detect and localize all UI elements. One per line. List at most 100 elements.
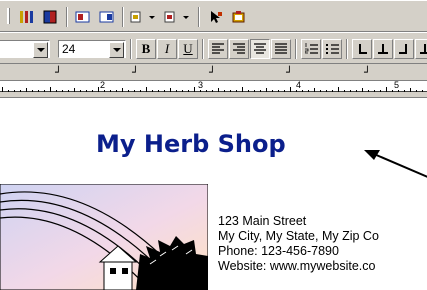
ruler-tick	[128, 90, 129, 92]
ruler-tick	[140, 90, 141, 92]
ruler-tick	[404, 90, 405, 92]
ruler-tick	[206, 90, 207, 92]
ruler-tick	[284, 90, 285, 92]
bold-button[interactable]: B	[136, 39, 156, 59]
ruler-tick	[242, 87, 243, 92]
ruler-tick	[380, 90, 381, 92]
ruler-tick	[410, 88, 411, 92]
ruler-tick	[158, 90, 159, 92]
ruler-tick	[332, 90, 333, 92]
ruler-tick	[122, 88, 123, 92]
ruler-tick	[170, 88, 171, 92]
toolbar-grip-icon	[3, 7, 17, 25]
ruler-tick	[200, 90, 201, 92]
house-clipart-image[interactable]	[0, 184, 208, 290]
address-street: 123 Main Street	[218, 214, 307, 228]
underline-label: U	[183, 41, 193, 56]
document-area[interactable]: My Herb Shop 123 Main Street My City, My…	[0, 98, 427, 290]
toolbar-separator	[122, 7, 124, 27]
ruler-tick	[62, 90, 63, 92]
ruler-tick	[86, 90, 87, 92]
align-justify-icon[interactable]	[271, 39, 291, 59]
ruler-tick	[398, 90, 399, 92]
align-center-icon[interactable]	[250, 39, 270, 59]
address-website: Website: www.mywebsite.co	[218, 259, 376, 273]
toolbar-separator	[66, 7, 68, 27]
tab-stop-marker[interactable]: ┘	[55, 66, 62, 79]
document-title[interactable]: My Herb Shop	[96, 130, 286, 158]
ruler-tick	[278, 90, 279, 92]
tab-stop-marker[interactable]: ┘	[286, 66, 293, 79]
numbered-list-icon[interactable]	[301, 39, 321, 59]
ruler-tick	[20, 90, 21, 92]
font-size-combo[interactable]: 24	[58, 40, 126, 58]
font-size-dropdown-icon[interactable]	[109, 42, 124, 58]
ruler-tick	[362, 88, 363, 92]
italic-button[interactable]: I	[157, 39, 177, 59]
italic-label: I	[164, 41, 170, 56]
frame-a-icon[interactable]	[72, 7, 94, 27]
ruler-tick	[92, 90, 93, 92]
ruler-tick	[272, 90, 273, 92]
ruler-tick	[326, 90, 327, 92]
ruler-tick	[182, 90, 183, 92]
ruler-tick	[308, 90, 309, 92]
center-tab-icon[interactable]	[373, 39, 393, 59]
ruler-tick	[50, 87, 51, 92]
toolbar-separator	[198, 7, 200, 27]
ruler-tick	[290, 87, 291, 92]
ruler-tick	[374, 90, 375, 92]
image-insert-icon[interactable]	[228, 7, 250, 27]
bold-label: B	[141, 41, 151, 56]
ruler-tick	[236, 90, 237, 92]
address-city: My City, My State, My Zip Co	[218, 229, 379, 243]
ruler-tick	[230, 90, 231, 92]
tab-stop-marker[interactable]: ┘	[132, 66, 139, 79]
ruler-tick	[248, 90, 249, 92]
ruler-tick	[320, 90, 321, 92]
font-size-value: 24	[62, 42, 76, 56]
underline-button[interactable]: U	[178, 39, 198, 59]
ruler-tick	[146, 87, 147, 92]
ruler-tick	[302, 90, 303, 92]
left-tab-icon[interactable]	[352, 39, 372, 59]
ruler-tick	[356, 90, 357, 92]
align-left-icon[interactable]	[208, 39, 228, 59]
object-insert-icon[interactable]	[128, 7, 160, 27]
ruler-tick	[338, 87, 339, 92]
decimal-tab-icon[interactable]	[415, 39, 427, 59]
toolbar-separator	[295, 39, 297, 59]
tab-stop-marker[interactable]: ┘	[209, 66, 216, 79]
ruler-tick	[110, 90, 111, 92]
ruler-scale: 2 3 4 5	[0, 80, 427, 92]
horizontal-ruler[interactable]: ┘ ┘ ┘ ┘ ┘ 2 3 4 5	[0, 64, 427, 98]
ruler-tick	[416, 90, 417, 92]
font-name-combo[interactable]	[0, 40, 50, 58]
ruler-tick	[350, 90, 351, 92]
toolbar-separator	[130, 39, 132, 59]
standard-toolbar	[0, 0, 427, 32]
table-color-icon[interactable]	[40, 7, 62, 27]
align-right-icon[interactable]	[229, 39, 249, 59]
tab-stop-marker[interactable]: ┘	[364, 66, 371, 79]
ruler-tick	[194, 87, 195, 92]
ruler-tick	[14, 90, 15, 92]
toolbar-separator	[346, 39, 348, 59]
ruler-tick	[56, 90, 57, 92]
formatting-toolbar: 24 B I U	[0, 32, 427, 64]
pointer-tool-icon[interactable]	[204, 7, 226, 27]
pointer-arrow-icon	[364, 150, 427, 178]
right-tab-icon[interactable]	[394, 39, 414, 59]
ruler-tick	[212, 90, 213, 92]
toolbar-separator	[202, 39, 204, 59]
ruler-number: 5	[394, 80, 400, 90]
ruler-tick	[152, 90, 153, 92]
frame-b-icon[interactable]	[96, 7, 118, 27]
column-bars-icon[interactable]	[16, 7, 38, 27]
ruler-tick	[98, 87, 99, 92]
address-block[interactable]: 123 Main Street My City, My State, My Zi…	[218, 214, 379, 274]
ruler-tick	[386, 87, 387, 92]
bulleted-list-icon[interactable]	[322, 39, 342, 59]
font-name-dropdown-icon[interactable]	[33, 42, 48, 58]
object-insert-alt-icon[interactable]	[162, 7, 194, 27]
